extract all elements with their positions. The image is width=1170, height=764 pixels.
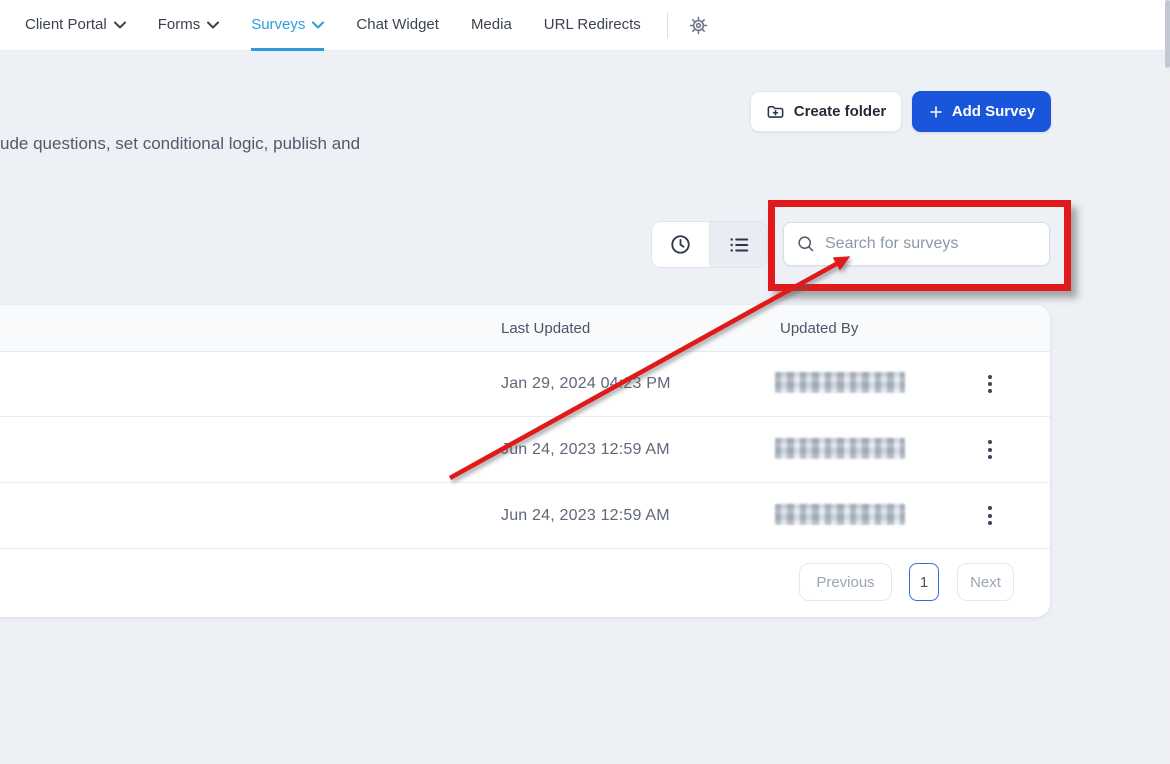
add-survey-label: Add Survey bbox=[952, 103, 1035, 120]
table-row[interactable]: Jun 24, 2023 12:59 AM bbox=[0, 417, 1050, 483]
nav-item-client-portal[interactable]: Client Portal bbox=[25, 0, 126, 51]
list-icon bbox=[728, 234, 750, 256]
add-survey-button[interactable]: Add Survey bbox=[912, 91, 1051, 132]
last-updated-cell: Jan 29, 2024 04:23 PM bbox=[501, 352, 671, 416]
updated-by-redacted bbox=[775, 437, 905, 458]
search-container bbox=[783, 222, 1050, 266]
page-1-button[interactable]: 1 bbox=[909, 563, 939, 601]
top-navigation: Client Portal Forms Surveys Chat Widget … bbox=[0, 0, 1170, 51]
settings-button[interactable] bbox=[682, 0, 716, 51]
create-folder-button[interactable]: Create folder bbox=[750, 91, 902, 132]
view-toggle-group bbox=[651, 221, 768, 268]
folder-plus-icon bbox=[766, 102, 785, 121]
row-menu-button[interactable] bbox=[976, 500, 1004, 532]
updated-by-redacted bbox=[775, 372, 905, 393]
search-input[interactable] bbox=[783, 222, 1050, 266]
last-updated-cell: Jun 24, 2023 12:59 AM bbox=[501, 483, 670, 548]
table-header-row: Last Updated Updated By bbox=[0, 305, 1050, 352]
nav-label: Media bbox=[471, 16, 512, 33]
page-description-partial: ude questions, set conditional logic, pu… bbox=[0, 134, 360, 154]
table-row[interactable]: Jun 24, 2023 12:59 AM bbox=[0, 483, 1050, 549]
clock-icon bbox=[669, 233, 692, 256]
table-row[interactable]: Jan 29, 2024 04:23 PM bbox=[0, 352, 1050, 417]
nav-item-chat-widget[interactable]: Chat Widget bbox=[356, 0, 439, 51]
recent-view-button[interactable] bbox=[652, 222, 709, 267]
nav-item-forms[interactable]: Forms bbox=[158, 0, 220, 51]
create-folder-label: Create folder bbox=[794, 103, 887, 120]
nav-item-surveys[interactable]: Surveys bbox=[251, 0, 324, 51]
nav-item-url-redirects[interactable]: URL Redirects bbox=[544, 0, 641, 51]
nav-label: Chat Widget bbox=[356, 16, 439, 33]
next-page-button[interactable]: Next bbox=[957, 563, 1014, 601]
surveys-table-card: Last Updated Updated By Jan 29, 2024 04:… bbox=[0, 305, 1050, 617]
previous-page-button[interactable]: Previous bbox=[799, 563, 892, 601]
chevron-down-icon bbox=[114, 21, 126, 29]
nav-label: Forms bbox=[158, 16, 201, 33]
nav-label: Client Portal bbox=[25, 16, 107, 33]
chevron-down-icon bbox=[312, 21, 324, 29]
column-header-updated-by: Updated By bbox=[780, 305, 858, 352]
scrollbar-track[interactable] bbox=[1165, 0, 1170, 764]
scrollbar-thumb[interactable] bbox=[1165, 0, 1170, 68]
gear-icon bbox=[688, 15, 709, 36]
last-updated-cell: Jun 24, 2023 12:59 AM bbox=[501, 417, 670, 482]
nav-item-media[interactable]: Media bbox=[471, 0, 512, 51]
surveys-page: Client Portal Forms Surveys Chat Widget … bbox=[0, 0, 1170, 764]
nav-label: Surveys bbox=[251, 16, 305, 33]
nav-divider bbox=[667, 12, 668, 38]
column-header-last-updated: Last Updated bbox=[501, 305, 590, 352]
nav-label: URL Redirects bbox=[544, 16, 641, 33]
updated-by-redacted bbox=[775, 503, 905, 524]
row-menu-button[interactable] bbox=[976, 434, 1004, 466]
plus-icon bbox=[928, 104, 944, 120]
pagination: Previous 1 Next bbox=[0, 549, 1050, 617]
chevron-down-icon bbox=[207, 21, 219, 29]
row-menu-button[interactable] bbox=[976, 368, 1004, 400]
list-view-button[interactable] bbox=[709, 222, 767, 267]
